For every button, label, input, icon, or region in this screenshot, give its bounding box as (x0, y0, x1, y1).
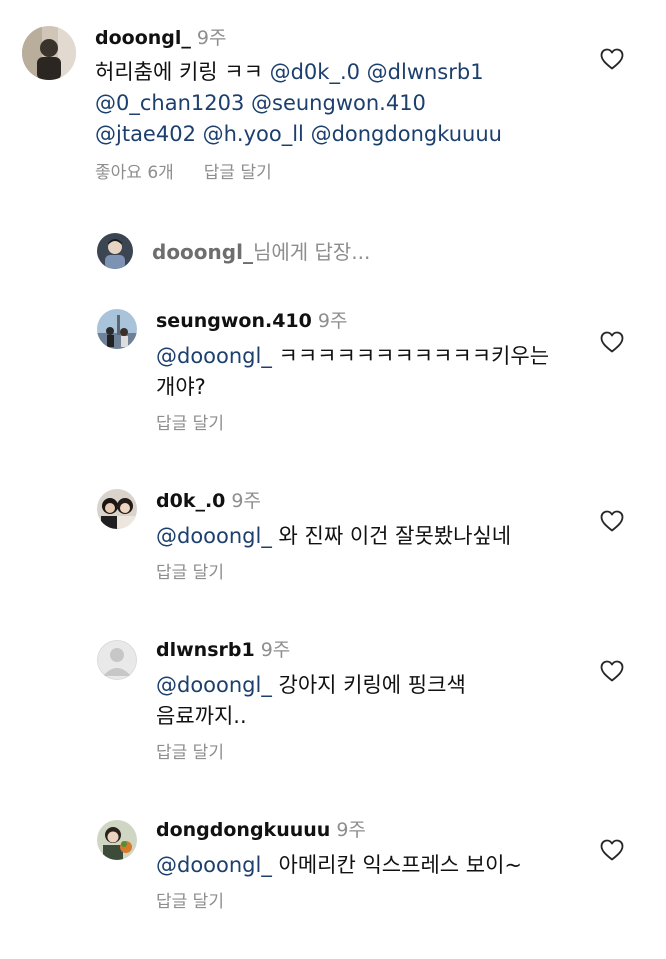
comment-text: @dooongl_ 와 진짜 이건 잘못봤나싶네 (156, 521, 576, 552)
avatar-photo-icon (97, 820, 137, 860)
comment-username[interactable]: dlwnsrb1 (156, 639, 255, 661)
comment-text: @dooongl_ 아메리칸 익스프레스 보이~ (156, 850, 576, 881)
comment-time: 9주 (196, 27, 227, 49)
comment-username[interactable]: dongdongkuuuu (156, 819, 330, 841)
avatar-d0k[interactable] (97, 489, 137, 529)
avatar-current-user (97, 233, 133, 269)
comment-mentions-2[interactable]: @0_chan1203 @seungwon.410 (95, 88, 595, 119)
avatar-photo-icon (22, 26, 76, 80)
comment-mention[interactable]: @dooongl_ (156, 673, 272, 697)
reply-target-user: dooongl_ (152, 240, 253, 264)
comment-mentions-3[interactable]: @jtae402 @h.yoo_ll @dongdongkuuuu (95, 119, 595, 150)
heart-outline-icon[interactable] (600, 839, 624, 861)
comment-text: 허리춤에 키링 ㅋㅋ @d0k_.0 @dlwnsrb1 @0_chan1203… (95, 57, 595, 150)
reply-placeholder[interactable]: dooongl_님에게 답장... (152, 238, 370, 266)
comment-mention[interactable]: @dooongl_ (156, 524, 272, 548)
comment-text-plain: 허리춤에 키링 ㅋㅋ (95, 60, 270, 84)
comment-mention[interactable]: @dooongl_ (156, 344, 272, 368)
reply-button[interactable]: 답글 달기 (204, 163, 272, 183)
default-avatar-icon (97, 640, 137, 680)
reply-placeholder-suffix: 님에게 답장... (252, 240, 371, 264)
avatar-dooongl[interactable] (22, 26, 76, 80)
comment-time: 9주 (336, 819, 366, 841)
avatar-dlwnsrb1[interactable] (97, 640, 137, 680)
heart-outline-icon[interactable] (600, 331, 624, 353)
avatar-dongdongkuuuu[interactable] (97, 820, 137, 860)
main-comment: dooongl_ 9주 허리춤에 키링 ㅋㅋ @d0k_.0 @dlwnsrb1 … (0, 0, 666, 200)
comment-mention[interactable]: @dooongl_ (156, 853, 272, 877)
avatar-photo-icon (97, 489, 137, 529)
comment-time: 9주 (317, 310, 348, 332)
heart-outline-icon[interactable] (600, 48, 624, 70)
reply-button[interactable]: 답글 달기 (156, 892, 224, 912)
reply-button[interactable]: 답글 달기 (156, 563, 224, 583)
avatar-photo-icon (97, 233, 133, 269)
comment-text: @dooongl_ 강아지 키링에 핑크색 음료까지.. (156, 670, 556, 732)
comment-username[interactable]: dooongl_ (95, 27, 191, 49)
comment-username[interactable]: d0k_.0 (156, 490, 225, 512)
heart-outline-icon[interactable] (600, 660, 624, 682)
reply-button[interactable]: 답글 달기 (156, 743, 224, 763)
reply-button[interactable]: 답글 달기 (156, 414, 224, 434)
likes-count[interactable]: 좋아요 6개 (95, 163, 174, 183)
reply-input[interactable]: dooongl_님에게 답장... (97, 233, 617, 271)
heart-outline-icon[interactable] (600, 510, 624, 532)
comment-time: 9주 (231, 490, 261, 512)
comment-text-plain: 아메리칸 익스프레스 보이~ (271, 853, 523, 877)
avatar-seungwon[interactable] (97, 309, 137, 349)
comment-mentions-1[interactable]: @d0k_.0 @dlwnsrb1 (270, 60, 484, 84)
comment-text-plain: 와 진짜 이건 잘못봤나싶네 (271, 524, 512, 548)
avatar-photo-icon (97, 309, 137, 349)
comment-username[interactable]: seungwon.410 (156, 310, 312, 332)
comment-time: 9주 (260, 639, 291, 661)
comment-text: @dooongl_ ㅋㅋㅋㅋㅋㅋㅋㅋㅋㅋㅋ키우는 개야? (156, 341, 556, 403)
